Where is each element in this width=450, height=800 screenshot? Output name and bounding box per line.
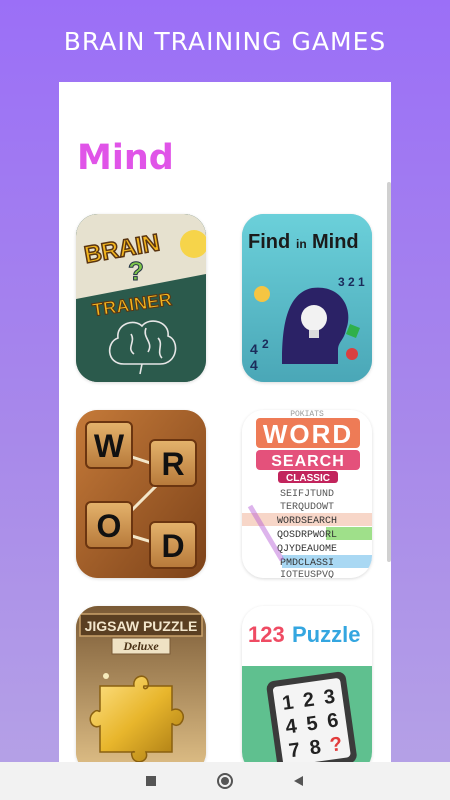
- lightbulb-icon: [301, 305, 327, 331]
- jigsaw-artwork: JIGSAW PUZZLE Deluxe: [76, 606, 206, 762]
- digit-4a: 4: [250, 341, 258, 357]
- word-cross-artwork: W R O D: [76, 410, 206, 578]
- digit-3: 3: [338, 275, 345, 289]
- scrollbar[interactable]: [387, 182, 391, 562]
- letter-o: O: [97, 508, 122, 544]
- find-in-mind-artwork: Find in Mind 3 2 1 4 2 4: [242, 214, 372, 382]
- grid-row-6: PMDCLASSI: [280, 558, 334, 569]
- game-tile-jigsaw[interactable]: JIGSAW PUZZLE Deluxe: [76, 606, 206, 762]
- letter-w: W: [94, 428, 125, 464]
- find-word: Find: [248, 231, 290, 253]
- in-word: in: [296, 237, 307, 251]
- number-board: 1 2 3 4 5 6 7 8 ?: [266, 671, 357, 762]
- question-mark: ?: [128, 256, 144, 286]
- grid-row-3: WORDSEARCH: [277, 516, 337, 527]
- home-button[interactable]: [216, 772, 234, 790]
- 123-puzzle-artwork: 123 Puzzle 1 2 3 4 5 6 7 8 ?: [242, 606, 372, 762]
- search-title: SEARCH: [271, 453, 345, 470]
- word-search-artwork: POKIATS WORD SEARCH CLASSIC SEIFJTUND TE…: [242, 410, 372, 578]
- app-header: BRAIN TRAINING GAMES: [0, 0, 450, 82]
- game-tile-find-in-mind[interactable]: Find in Mind 3 2 1 4 2 4: [242, 214, 372, 382]
- section-title: Mind: [77, 138, 174, 178]
- puzzle-piece-icon: [89, 675, 184, 762]
- games-card: Mind BRAIN ? TRAINER Find in Mind 3 2 1 …: [59, 82, 391, 762]
- square-icon: [146, 776, 156, 786]
- classic-title: CLASSIC: [286, 473, 330, 484]
- recents-button[interactable]: [142, 772, 160, 790]
- grid-row-7: IOTEUSPVQ: [280, 570, 334, 578]
- pin-icon: [346, 348, 358, 360]
- digit-1: 1: [358, 275, 365, 289]
- mind-word: Mind: [312, 231, 359, 253]
- system-navbar: [0, 762, 450, 800]
- brain-trainer-artwork: BRAIN ? TRAINER: [76, 214, 206, 382]
- triangle-back-icon: [294, 776, 303, 786]
- letter-d: D: [161, 528, 184, 564]
- grid-row-2: TERQUDOWT: [280, 502, 334, 513]
- digit-2b: 2: [262, 337, 269, 351]
- grid-row-0: POKIATS: [290, 410, 324, 419]
- puzzle-word-title: Puzzle: [292, 622, 360, 647]
- app-title: BRAIN TRAINING GAMES: [63, 26, 387, 56]
- game-tile-word-search[interactable]: POKIATS WORD SEARCH CLASSIC SEIFJTUND TE…: [242, 410, 372, 578]
- word-title: WORD: [263, 419, 353, 449]
- puzzle-number-title: 123: [248, 622, 285, 647]
- digit-4b: 4: [250, 357, 258, 373]
- digit-2: 2: [348, 275, 355, 289]
- game-tile-word-cross[interactable]: W R O D: [76, 410, 206, 578]
- letter-r: R: [161, 446, 184, 482]
- grid-row-5: QJYDEAUOME: [277, 544, 337, 555]
- jigsaw-title: JIGSAW PUZZLE: [85, 618, 198, 634]
- game-tile-brain-trainer[interactable]: BRAIN ? TRAINER: [76, 214, 206, 382]
- grid-row-1: SEIFJTUND: [280, 489, 334, 500]
- circle-icon: [217, 773, 233, 789]
- back-button[interactable]: [290, 772, 308, 790]
- game-tile-123-puzzle[interactable]: 123 Puzzle 1 2 3 4 5 6 7 8 ?: [242, 606, 372, 762]
- sparkle-icon: [103, 673, 109, 679]
- deluxe-label: Deluxe: [122, 639, 159, 653]
- grid-row-4: QOSDRPWORL: [277, 530, 337, 541]
- planet-icon: [254, 286, 270, 302]
